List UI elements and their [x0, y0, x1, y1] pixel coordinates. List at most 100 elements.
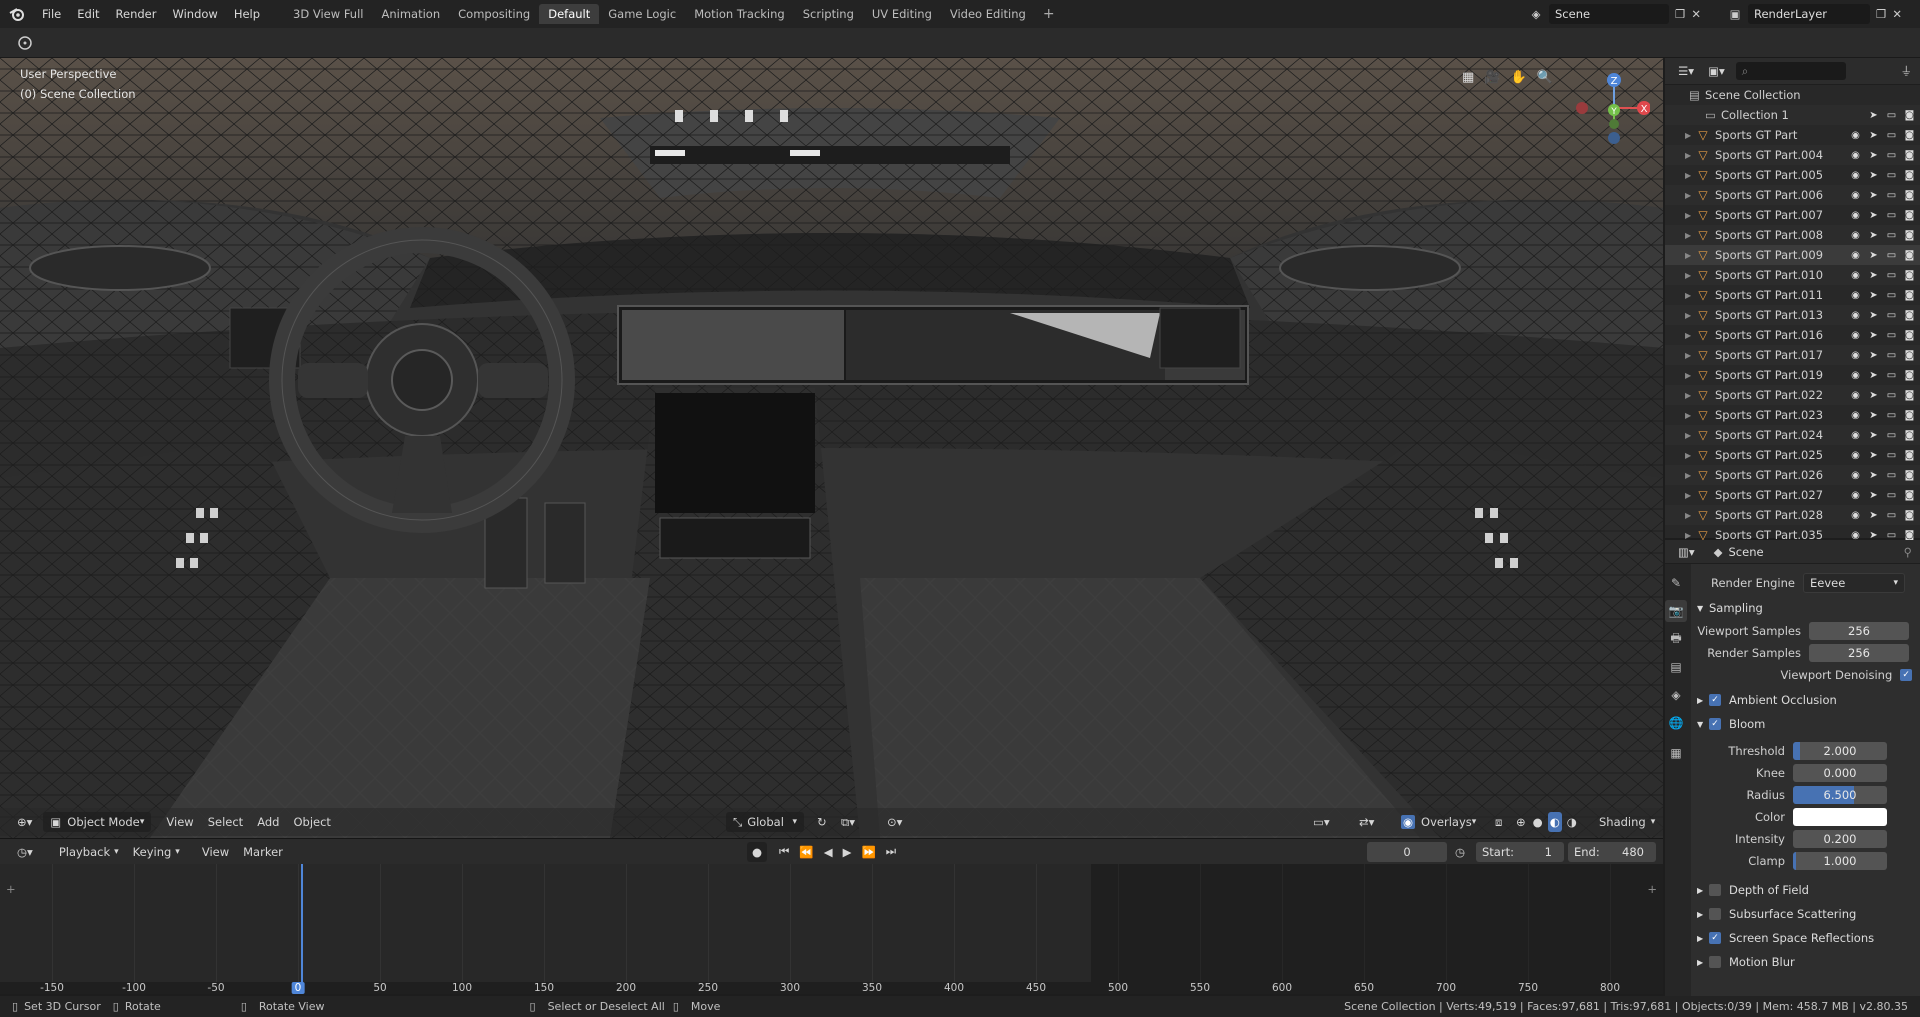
selectable-arrow-icon[interactable]: ➤ — [1867, 130, 1880, 141]
object-menu[interactable]: Object — [286, 812, 337, 832]
expand-right-icon[interactable]: ▶ — [1685, 211, 1695, 220]
viewport-monitor-icon[interactable]: ▭ — [1885, 130, 1898, 141]
expand-right-icon[interactable]: ▶ — [1685, 291, 1695, 300]
solid-shading-icon[interactable]: ● — [1531, 812, 1545, 832]
panel-checkbox[interactable] — [1709, 908, 1721, 920]
add-workspace-button[interactable]: + — [1035, 6, 1063, 22]
tab-game-logic[interactable]: Game Logic — [599, 4, 685, 24]
render-camera-icon[interactable]: ◙ — [1903, 210, 1916, 221]
render-camera-icon[interactable]: ◙ — [1903, 150, 1916, 161]
visibility-eye-icon[interactable]: ◉ — [1849, 370, 1862, 381]
intensity-field[interactable]: 0.200 — [1793, 830, 1887, 848]
keying-menu[interactable]: Keying ▾ — [126, 842, 187, 862]
expand-right-icon[interactable]: ▶ — [1685, 191, 1695, 200]
render-camera-icon[interactable]: ◙ — [1903, 450, 1916, 461]
expand-right-icon[interactable]: ▶ — [1685, 251, 1695, 260]
expand-right-icon[interactable]: ▶ — [1685, 271, 1695, 280]
selectable-arrow-icon[interactable]: ➤ — [1867, 430, 1880, 441]
clamp-field[interactable]: 1.000 — [1793, 852, 1887, 870]
tab-3d-view-full[interactable]: 3D View Full — [284, 4, 372, 24]
editor-type-icon[interactable]: ⊕▾ — [10, 812, 39, 832]
jump-keyframe-back-icon[interactable]: ⏪ — [795, 842, 817, 862]
selectable-arrow-icon[interactable]: ➤ — [1867, 470, 1880, 481]
selectable-arrow-icon[interactable]: ➤ — [1867, 170, 1880, 181]
render-camera-icon[interactable]: ◙ — [1903, 310, 1916, 321]
outliner-root-row[interactable]: ▤ Scene Collection — [1665, 85, 1920, 105]
jump-start-icon[interactable]: ⏮ — [775, 842, 793, 862]
viewport-monitor-icon[interactable]: ▭ — [1885, 310, 1898, 321]
outliner-object-row[interactable]: ▶ ▽ Sports GT Part.027 ◉ ➤ ▭ ◙ — [1665, 485, 1920, 505]
viewport-monitor-icon[interactable]: ▭ — [1885, 210, 1898, 221]
menu-file[interactable]: File — [34, 0, 69, 28]
viewport-monitor-icon[interactable]: ▭ — [1885, 250, 1898, 261]
end-frame-field[interactable]: End: 480 — [1568, 841, 1656, 862]
outliner-object-row[interactable]: ▶ ▽ Sports GT Part.017 ◉ ➤ ▭ ◙ — [1665, 345, 1920, 365]
selectable-arrow-icon[interactable]: ➤ — [1867, 290, 1880, 301]
jump-end-icon[interactable]: ⏭ — [882, 842, 900, 862]
visibility-eye-icon[interactable]: ◉ — [1849, 330, 1862, 341]
timeline-expand-right-icon[interactable]: + — [1647, 882, 1657, 896]
rendered-shading-icon[interactable]: ◑ — [1565, 812, 1579, 832]
render-layer-icon[interactable]: ▣ — [1722, 7, 1748, 21]
expand-right-icon[interactable]: ▶ — [1685, 331, 1695, 340]
render-camera-icon[interactable]: ◙ — [1903, 270, 1916, 281]
tab-motion-tracking[interactable]: Motion Tracking — [685, 4, 794, 24]
outliner-object-row[interactable]: ▶ ▽ Sports GT Part.009 ◉ ➤ ▭ ◙ — [1665, 245, 1920, 265]
play-icon[interactable]: ▶ — [839, 842, 856, 862]
visibility-eye-icon[interactable]: ◉ — [1849, 270, 1862, 281]
viewport-monitor-icon[interactable]: ▭ — [1885, 530, 1898, 541]
xray-toggle-icon[interactable]: ⧈ — [1488, 812, 1509, 832]
expand-right-icon[interactable]: ▶ — [1685, 131, 1695, 140]
render-camera-icon[interactable]: ◙ — [1903, 490, 1916, 501]
visibility-eye-icon[interactable]: ◉ — [1849, 190, 1862, 201]
3d-viewport[interactable]: User Perspective (0) Scene Collection ▦ … — [0, 58, 1663, 838]
selectable-arrow-icon[interactable]: ➤ — [1867, 110, 1880, 121]
outliner-object-row[interactable]: ▶ ▽ Sports GT Part.007 ◉ ➤ ▭ ◙ — [1665, 205, 1920, 225]
render-camera-icon[interactable]: ◙ — [1903, 130, 1916, 141]
camera-view-icon[interactable]: 🎥 — [1484, 70, 1500, 85]
render-camera-icon[interactable]: ◙ — [1903, 430, 1916, 441]
gizmo-toggle-icon[interactable]: ⇄▾ — [1352, 812, 1381, 832]
render-camera-icon[interactable]: ◙ — [1903, 190, 1916, 201]
viewport-monitor-icon[interactable]: ▭ — [1885, 110, 1898, 121]
viewport-monitor-icon[interactable]: ▭ — [1885, 410, 1898, 421]
viewport-monitor-icon[interactable]: ▭ — [1885, 290, 1898, 301]
knee-field[interactable]: 0.000 — [1793, 764, 1887, 782]
selectable-arrow-icon[interactable]: ➤ — [1867, 390, 1880, 401]
outliner-object-row[interactable]: ▶ ▽ Sports GT Part.013 ◉ ➤ ▭ ◙ — [1665, 305, 1920, 325]
selectable-arrow-icon[interactable]: ➤ — [1867, 450, 1880, 461]
tab-compositing[interactable]: Compositing — [449, 4, 539, 24]
pivot-icon[interactable]: ↻ — [810, 812, 834, 832]
selectable-arrow-icon[interactable]: ➤ — [1867, 230, 1880, 241]
outliner-object-row[interactable]: ▶ ▽ Sports GT Part ◉ ➤ ▭ ◙ — [1665, 125, 1920, 145]
expand-right-icon[interactable]: ▶ — [1685, 471, 1695, 480]
snap-icon[interactable]: ⧉▾ — [834, 812, 862, 832]
delete-layer-icon[interactable]: ✕ — [1892, 7, 1902, 21]
render-camera-icon[interactable]: ◙ — [1903, 390, 1916, 401]
render-camera-icon[interactable]: ◙ — [1903, 470, 1916, 481]
viewport-monitor-icon[interactable]: ▭ — [1885, 170, 1898, 181]
menu-window[interactable]: Window — [164, 0, 225, 28]
selectable-arrow-icon[interactable]: ➤ — [1867, 510, 1880, 521]
material-shading-icon[interactable]: ◐ — [1547, 812, 1562, 832]
ambient-occlusion-checkbox[interactable]: ✓ — [1709, 694, 1721, 706]
viewport-monitor-icon[interactable]: ▭ — [1885, 270, 1898, 281]
expand-right-icon[interactable]: ▶ — [1685, 391, 1695, 400]
start-frame-field[interactable]: Start: 1 — [1476, 841, 1564, 862]
expand-right-icon[interactable]: ▶ — [1685, 231, 1695, 240]
render-samples-field[interactable]: 256 — [1809, 644, 1909, 662]
viewport-monitor-icon[interactable]: ▭ — [1885, 190, 1898, 201]
viewport-monitor-icon[interactable]: ▭ — [1885, 390, 1898, 401]
expand-right-icon[interactable]: ▶ — [1685, 311, 1695, 320]
render-camera-icon[interactable]: ◙ — [1903, 350, 1916, 361]
properties-editor-icon[interactable]: ▥▾ — [1671, 542, 1702, 562]
render-camera-icon[interactable]: ◙ — [1903, 230, 1916, 241]
tab-default[interactable]: Default — [539, 4, 600, 24]
render-camera-icon[interactable]: ◙ — [1903, 410, 1916, 421]
blender-logo-icon[interactable] — [0, 0, 34, 28]
outliner-collection-row[interactable]: ▭ Collection 1 ➤ ▭ ◙ — [1665, 105, 1920, 125]
visibility-eye-icon[interactable]: ◉ — [1849, 150, 1862, 161]
outliner-object-row[interactable]: ▶ ▽ Sports GT Part.005 ◉ ➤ ▭ ◙ — [1665, 165, 1920, 185]
viewport-monitor-icon[interactable]: ▭ — [1885, 150, 1898, 161]
orientation-dropdown[interactable]: ⤡ Global ▾ — [726, 812, 804, 832]
